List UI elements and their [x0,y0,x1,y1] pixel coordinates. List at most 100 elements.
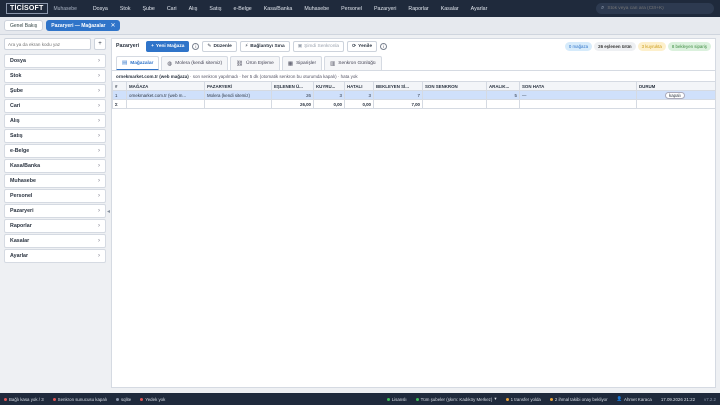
sidebar-collapse-icon[interactable]: ◂ [107,208,110,215]
table-row[interactable]: 1 ornekmarket.com.tr (web m... Molera (k… [112,90,716,100]
globe-icon: ◍ [167,60,173,67]
sidebar-item-ayarlar[interactable]: Ayarlar › [4,249,106,263]
menu-dosya[interactable]: Dosya [87,6,114,12]
cell-interval: 5 [486,90,520,100]
branch-selector[interactable]: Tüm şubeler (şkım: Kadıköy Merkez) ▾ [415,396,497,402]
total-empty [204,99,272,109]
sidebar-item-alis[interactable]: Alış › [4,114,106,128]
col-header[interactable]: DURUM [636,81,716,91]
col-header[interactable]: ARALIK... [486,81,520,91]
refresh-button[interactable]: ⟳ Yenile [347,40,378,52]
tab-orders-label: Siparişler [296,61,317,66]
red-dot-icon [140,397,144,401]
menu-stok[interactable]: Stok [114,6,137,12]
status-bar-right: Lisanslı Tüm şubeler (şkım: Kadıköy Merk… [386,396,716,402]
cell-state: kapalı [636,90,716,100]
tab-overview[interactable]: Genel Bakış [4,20,44,31]
status-user-text: Ahmet Karaca [624,396,652,402]
menu-satis[interactable]: Satış [203,6,227,12]
menu-ayarlar[interactable]: Ayarlar [465,6,494,12]
sidebar-item-raporlar[interactable]: Raporlar › [4,219,106,233]
tab-molera[interactable]: ◍ Molera (kendi sitemiz) [161,56,229,70]
new-store-button[interactable]: + Yeni Mağaza [146,40,190,52]
total-empty [422,99,487,109]
tab-marketplace-stores[interactable]: Pazaryeri — Mağazalar ✕ [46,20,121,31]
global-search-input[interactable] [607,6,714,11]
sidebar-item-muhasebe[interactable]: Muhasebe › [4,174,106,188]
sidebar-item-kasa-banka[interactable]: Kasa/Banka › [4,159,106,173]
table-header-row: # MAĞAZA PAZARYERİ EŞLENEN Ü... KUYRU...… [112,81,716,91]
total-empty [126,99,205,109]
tab-orders[interactable]: ▦ Siparişler [281,56,323,70]
status-backup: Yedek yok [140,397,165,402]
sidebar: + Dosya› Stok› Şube› Cari› Alış› Satış› … [4,38,106,388]
sync-now-button[interactable]: ▣ Şimdi Senkronla [292,40,345,52]
stores-table: # MAĞAZA PAZARYERİ EŞLENEN Ü... KUYRU...… [112,81,716,109]
sidebar-item-dosya[interactable]: Dosya › [4,54,106,68]
tab-stores[interactable]: ▤ Mağazalar [116,56,160,70]
edit-button[interactable]: ✎ Düzenle [202,40,237,52]
col-header[interactable]: BEKLEYEN Sİ... [373,81,423,91]
status-invoice[interactable]: 2 ihmal takibi onay bekliyor [549,396,608,402]
sidebar-item-sube[interactable]: Şube › [4,84,106,98]
orange-dot-icon [505,397,509,401]
search-icon: ⌕ [601,5,605,11]
cell-no: 1 [112,90,127,100]
cell-last-error: — [519,90,637,100]
stores-count-badge: 0 mağaza [564,41,593,51]
status-transfer-text: 1 transfer yolda [510,396,541,402]
global-search[interactable]: ⌕ [596,3,714,14]
sidebar-item-personel[interactable]: Personel › [4,189,106,203]
sidebar-item-kasalar[interactable]: Kasalar › [4,234,106,248]
selected-store-name: ornekmarket.com.tr (web mağaza) [116,74,189,79]
chevron-right-icon: › [98,223,100,229]
chevron-right-icon: › [98,238,100,244]
col-header[interactable]: SON SENKRON [422,81,487,91]
status-server: Senkron sunucusu kapalı [52,397,107,402]
sidebar-search-input[interactable] [4,38,91,50]
menu-raporlar[interactable]: Raporlar [402,6,434,12]
col-header[interactable]: SON HATA [519,81,637,91]
chevron-right-icon: › [98,88,100,94]
col-header[interactable]: MAĞAZA [126,81,205,91]
orange-dot-icon [549,397,553,401]
sidebar-item-label: Kasalar [10,238,30,244]
col-header[interactable]: PAZARYERİ [204,81,272,91]
info-icon[interactable]: i [380,42,388,50]
col-header[interactable]: # [112,81,127,91]
app-logo: TİCİSOFT [6,3,48,14]
col-header[interactable]: EŞLENEN Ü... [271,81,314,91]
tab-product-matching[interactable]: ⛓ Ürün Eşleme [230,56,280,70]
sidebar-item-satis[interactable]: Satış › [4,129,106,143]
menu-cari[interactable]: Cari [161,6,183,12]
summary-pills: 0 mağaza 26 eşlenen ürün 3 kuyrukta 8 be… [564,41,711,51]
status-db: sqlite [115,397,131,402]
col-header[interactable]: KUYRU... [313,81,345,91]
menu-kasa-banka[interactable]: Kasa/Banka [258,6,299,12]
package-icon: ▦ [287,60,294,67]
tab-sync-log[interactable]: ▥ Senkron Günlüğü [324,56,382,70]
menu-personel[interactable]: Personel [335,6,368,12]
menu-ebelge[interactable]: e-Belge [228,6,258,12]
col-header[interactable]: HATALI [344,81,374,91]
menu-muhasebe[interactable]: Muhasebe [298,6,335,12]
status-transfer[interactable]: 1 transfer yolda [505,396,541,402]
gray-dot-icon [115,397,119,401]
menu-pazaryeri[interactable]: Pazaryeri [368,6,402,12]
sidebar-item-pazaryeri[interactable]: Pazaryeri › [4,204,106,218]
total-error: 0,00 [344,99,374,109]
sidebar-item-cari[interactable]: Cari › [4,99,106,113]
info-icon[interactable]: i [192,42,200,50]
menu-sube[interactable]: Şube [136,6,160,12]
close-icon[interactable]: ✕ [110,22,115,29]
sidebar-item-ebelge[interactable]: e-Belge › [4,144,106,158]
link-icon: ⛓ [236,60,244,67]
add-icon[interactable]: + [94,38,106,50]
sidebar-item-stok[interactable]: Stok › [4,69,106,83]
menu-kasalar[interactable]: Kasalar [435,6,465,12]
total-matched: 26,00 [271,99,314,109]
cell-market: Molera (kendi sitemiz) [204,90,272,100]
menu-alis[interactable]: Alış [183,6,204,12]
status-user[interactable]: 👤 Ahmet Karaca [617,396,652,402]
test-connection-button[interactable]: ⚡ Bağlantıyı Sına [239,40,290,52]
